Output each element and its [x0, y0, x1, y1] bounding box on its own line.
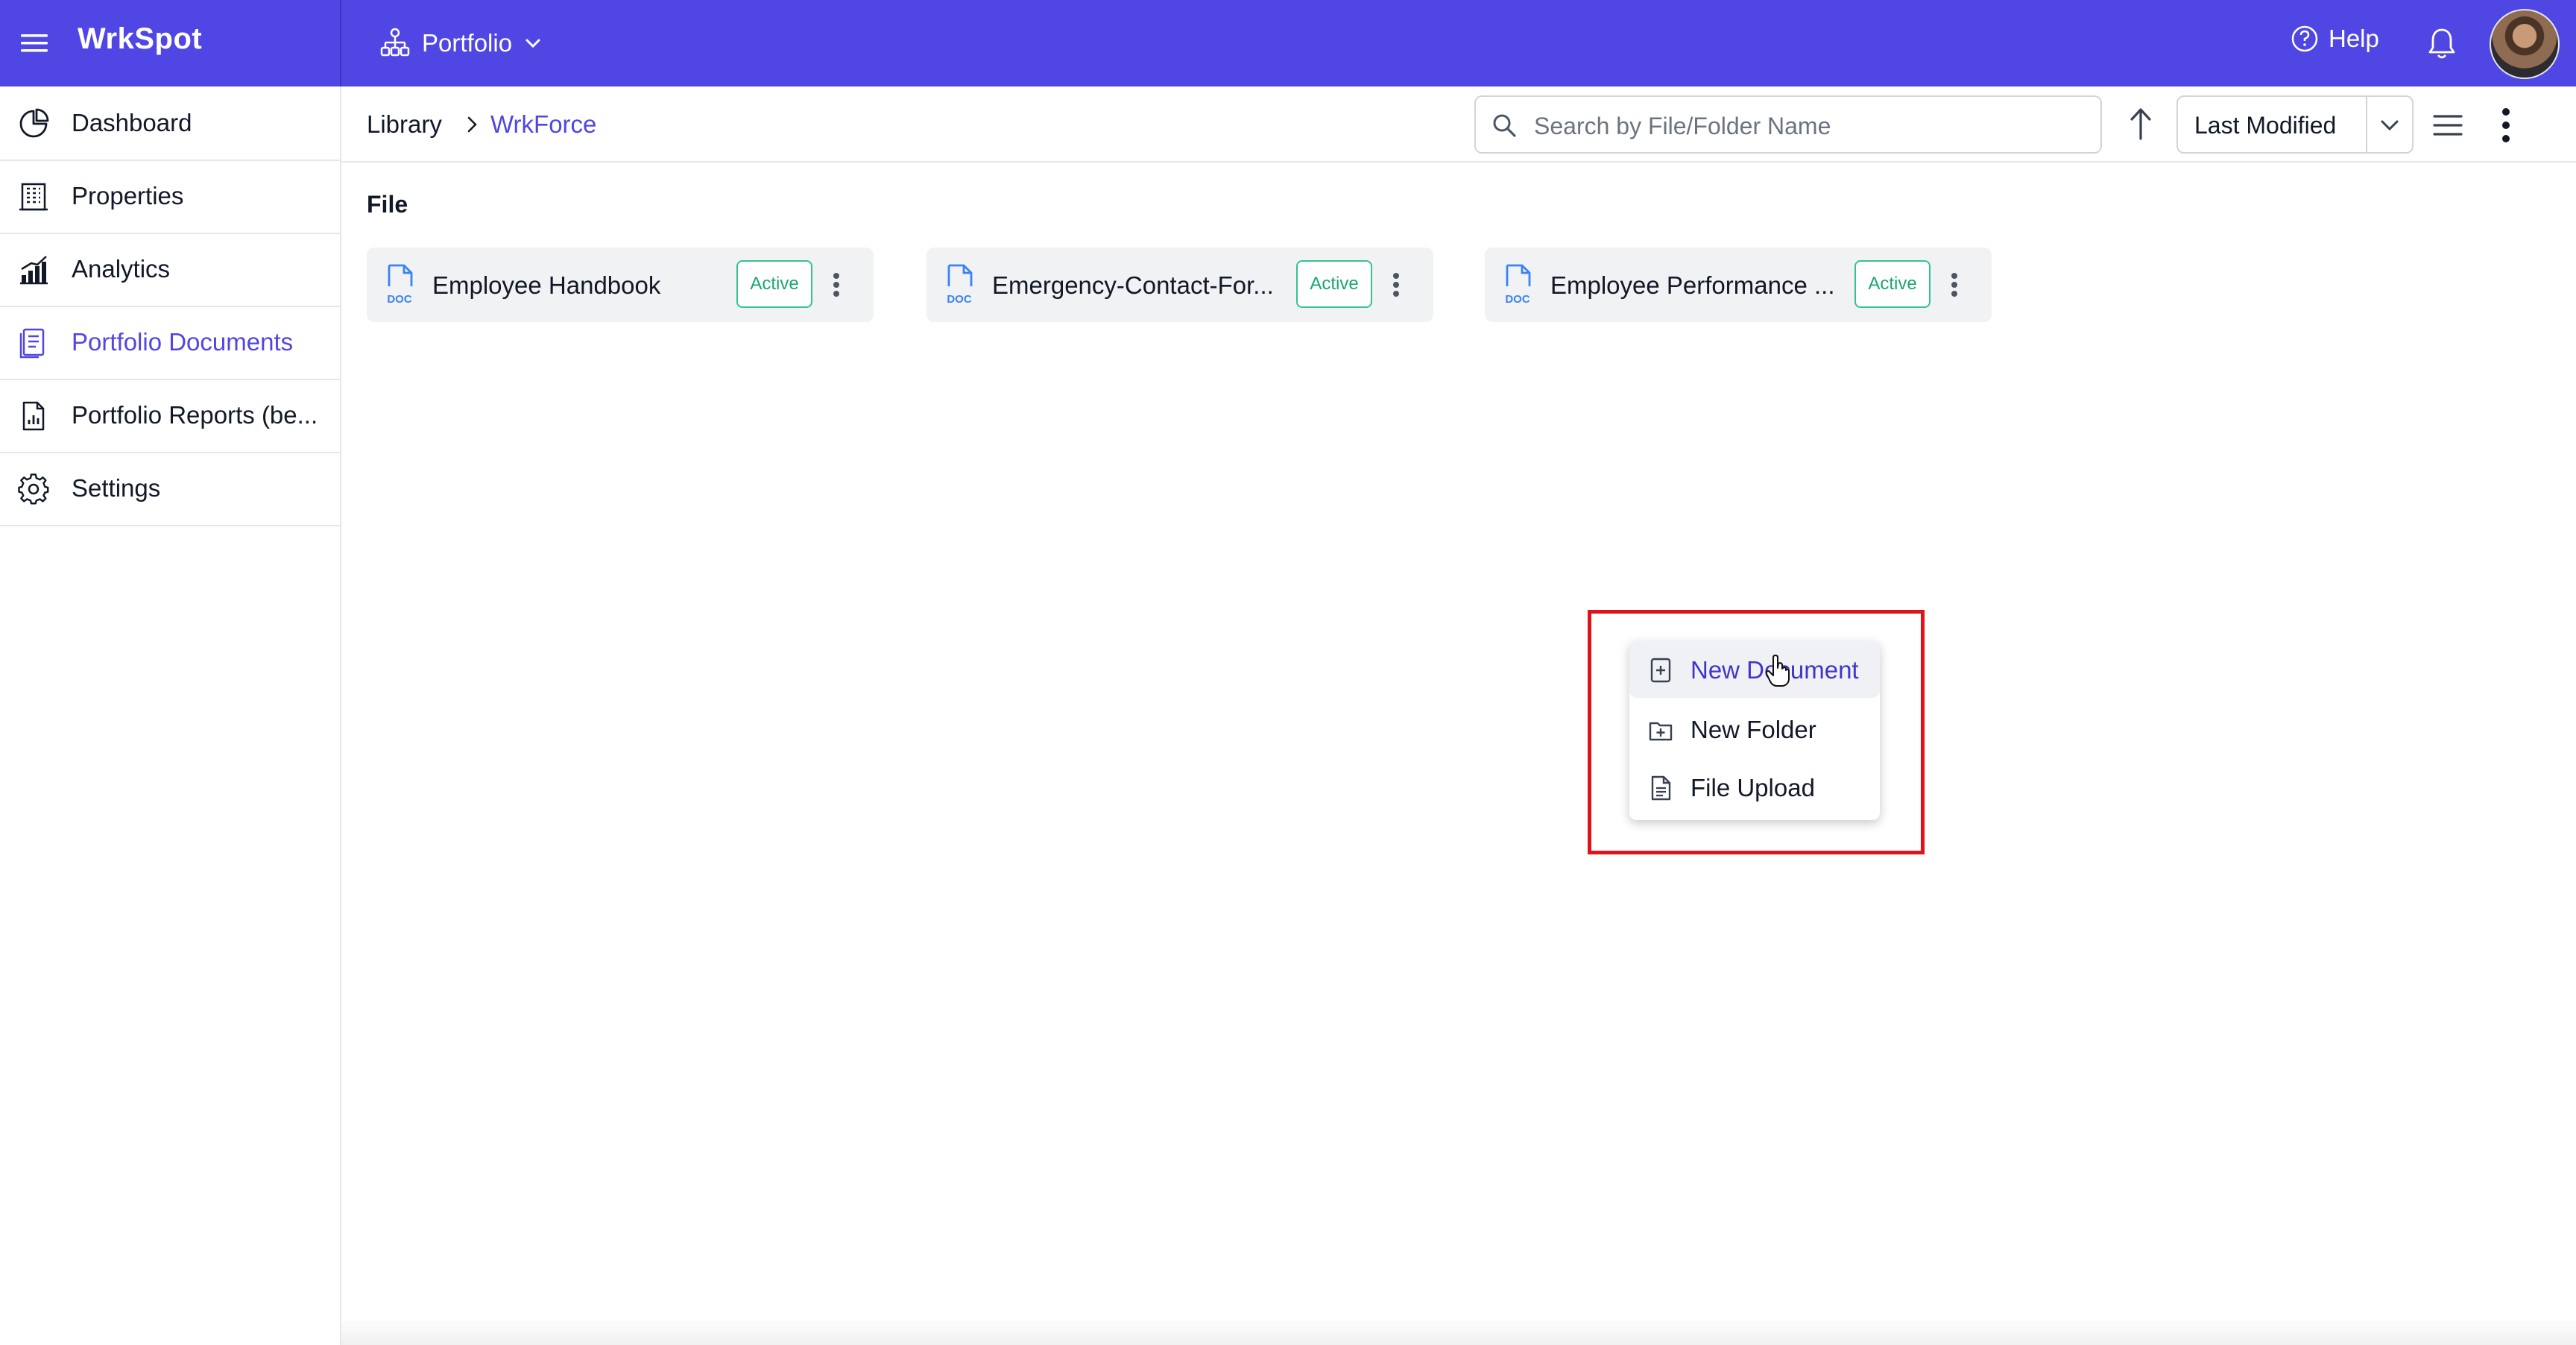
file-text-icon — [1651, 775, 1671, 801]
chevron-right-icon — [467, 116, 477, 133]
bottom-shadow — [341, 1317, 2576, 1345]
sidebar-item-label: Dashboard — [72, 109, 192, 136]
svg-text:DOC: DOC — [947, 293, 972, 306]
more-options-icon[interactable] — [829, 264, 844, 306]
gear-icon — [18, 473, 49, 505]
sidebar-item-analytics[interactable]: Analytics — [0, 233, 340, 307]
sort-select[interactable]: Last Modified — [2176, 95, 2414, 154]
sidebar-item-dashboard[interactable]: Dashboard — [0, 86, 340, 161]
doc-file-icon: DOC — [947, 264, 973, 306]
breadcrumb-library[interactable]: Library — [367, 110, 442, 139]
more-options-icon[interactable] — [1389, 264, 1404, 306]
file-plus-icon — [1650, 658, 1671, 683]
search-box — [1474, 95, 2102, 154]
sidebar-item-label: Analytics — [72, 255, 171, 283]
portfolio-selector[interactable]: Portfolio — [379, 21, 543, 66]
brand-logo: WrkSpot — [78, 22, 203, 55]
sidebar: Dashboard Properties Analytics Portfolio… — [0, 86, 341, 1345]
toolbar: Library WrkForce Last Modified — [341, 86, 2576, 163]
hierarchy-icon — [380, 28, 410, 57]
svg-text:DOC: DOC — [387, 293, 412, 306]
bell-icon[interactable] — [2425, 25, 2458, 61]
file-name: Emergency-Contact-For... — [992, 271, 1274, 299]
hand-pointer-icon — [1765, 655, 1790, 687]
menu-item-file-upload[interactable]: File Upload — [1629, 759, 1880, 816]
brand-area: WrkSpot — [0, 0, 341, 86]
search-icon — [1493, 114, 1516, 137]
svg-text:DOC: DOC — [1505, 293, 1530, 306]
more-options-icon[interactable] — [2498, 103, 2513, 148]
select-divider — [2366, 97, 2367, 152]
help-button[interactable]: Help — [2290, 24, 2379, 54]
menu-item-new-document[interactable]: New Document — [1629, 641, 1880, 698]
sidebar-item-label: Portfolio Documents — [72, 328, 294, 356]
sidebar-item-properties[interactable]: Properties — [0, 160, 340, 234]
sort-selected-value: Last Modified — [2194, 112, 2337, 139]
bar-chart-icon — [20, 256, 48, 285]
menu-item-new-folder[interactable]: New Folder — [1629, 701, 1880, 757]
documents-icon — [19, 328, 45, 359]
sidebar-item-label: Properties — [72, 182, 184, 210]
folder-plus-icon — [1649, 722, 1673, 741]
user-avatar[interactable] — [2490, 9, 2560, 79]
sidebar-item-portfolio-documents[interactable]: Portfolio Documents — [0, 306, 340, 380]
arrow-up-icon[interactable] — [2126, 106, 2156, 142]
sidebar-item-label: Portfolio Reports (be... — [72, 401, 318, 429]
sidebar-item-settings[interactable]: Settings — [0, 452, 340, 526]
menu-item-label: File Upload — [1690, 774, 1815, 801]
menu-item-label: New Folder — [1690, 716, 1816, 743]
hamburger-menu-icon[interactable] — [19, 28, 49, 58]
doc-file-icon: DOC — [387, 264, 413, 306]
more-options-icon[interactable] — [1947, 264, 1962, 306]
question-circle-icon — [2291, 25, 2318, 52]
sidebar-item-portfolio-reports[interactable]: Portfolio Reports (be... — [0, 379, 340, 453]
report-icon — [22, 401, 45, 431]
portfolio-label: Portfolio — [422, 29, 513, 57]
file-card[interactable]: DOC Employee Performance ... Active — [1485, 248, 1992, 322]
status-badge: Active — [1854, 260, 1931, 308]
context-menu: New Document New Folder File Upload — [1629, 641, 1880, 820]
top-bar: WrkSpot Portfolio Help — [0, 0, 2576, 86]
chevron-down-icon — [525, 39, 540, 48]
help-label: Help — [2329, 25, 2379, 52]
section-title: File — [367, 191, 408, 218]
building-icon — [19, 183, 48, 211]
file-name: Employee Performance ... — [1550, 271, 1835, 299]
file-name: Employee Handbook — [432, 271, 661, 299]
pie-chart-icon — [19, 108, 49, 138]
breadcrumb-current[interactable]: WrkForce — [490, 110, 596, 139]
file-card[interactable]: DOC Emergency-Contact-For... Active — [926, 248, 1433, 322]
doc-file-icon: DOC — [1505, 264, 1531, 306]
status-badge: Active — [736, 260, 812, 308]
chevron-down-icon[interactable] — [2376, 113, 2403, 137]
status-badge: Active — [1296, 260, 1372, 308]
search-input[interactable] — [1532, 104, 2087, 148]
file-card[interactable]: DOC Employee Handbook Active — [367, 248, 874, 322]
sidebar-item-label: Settings — [72, 474, 161, 502]
list-view-icon[interactable] — [2431, 110, 2464, 140]
